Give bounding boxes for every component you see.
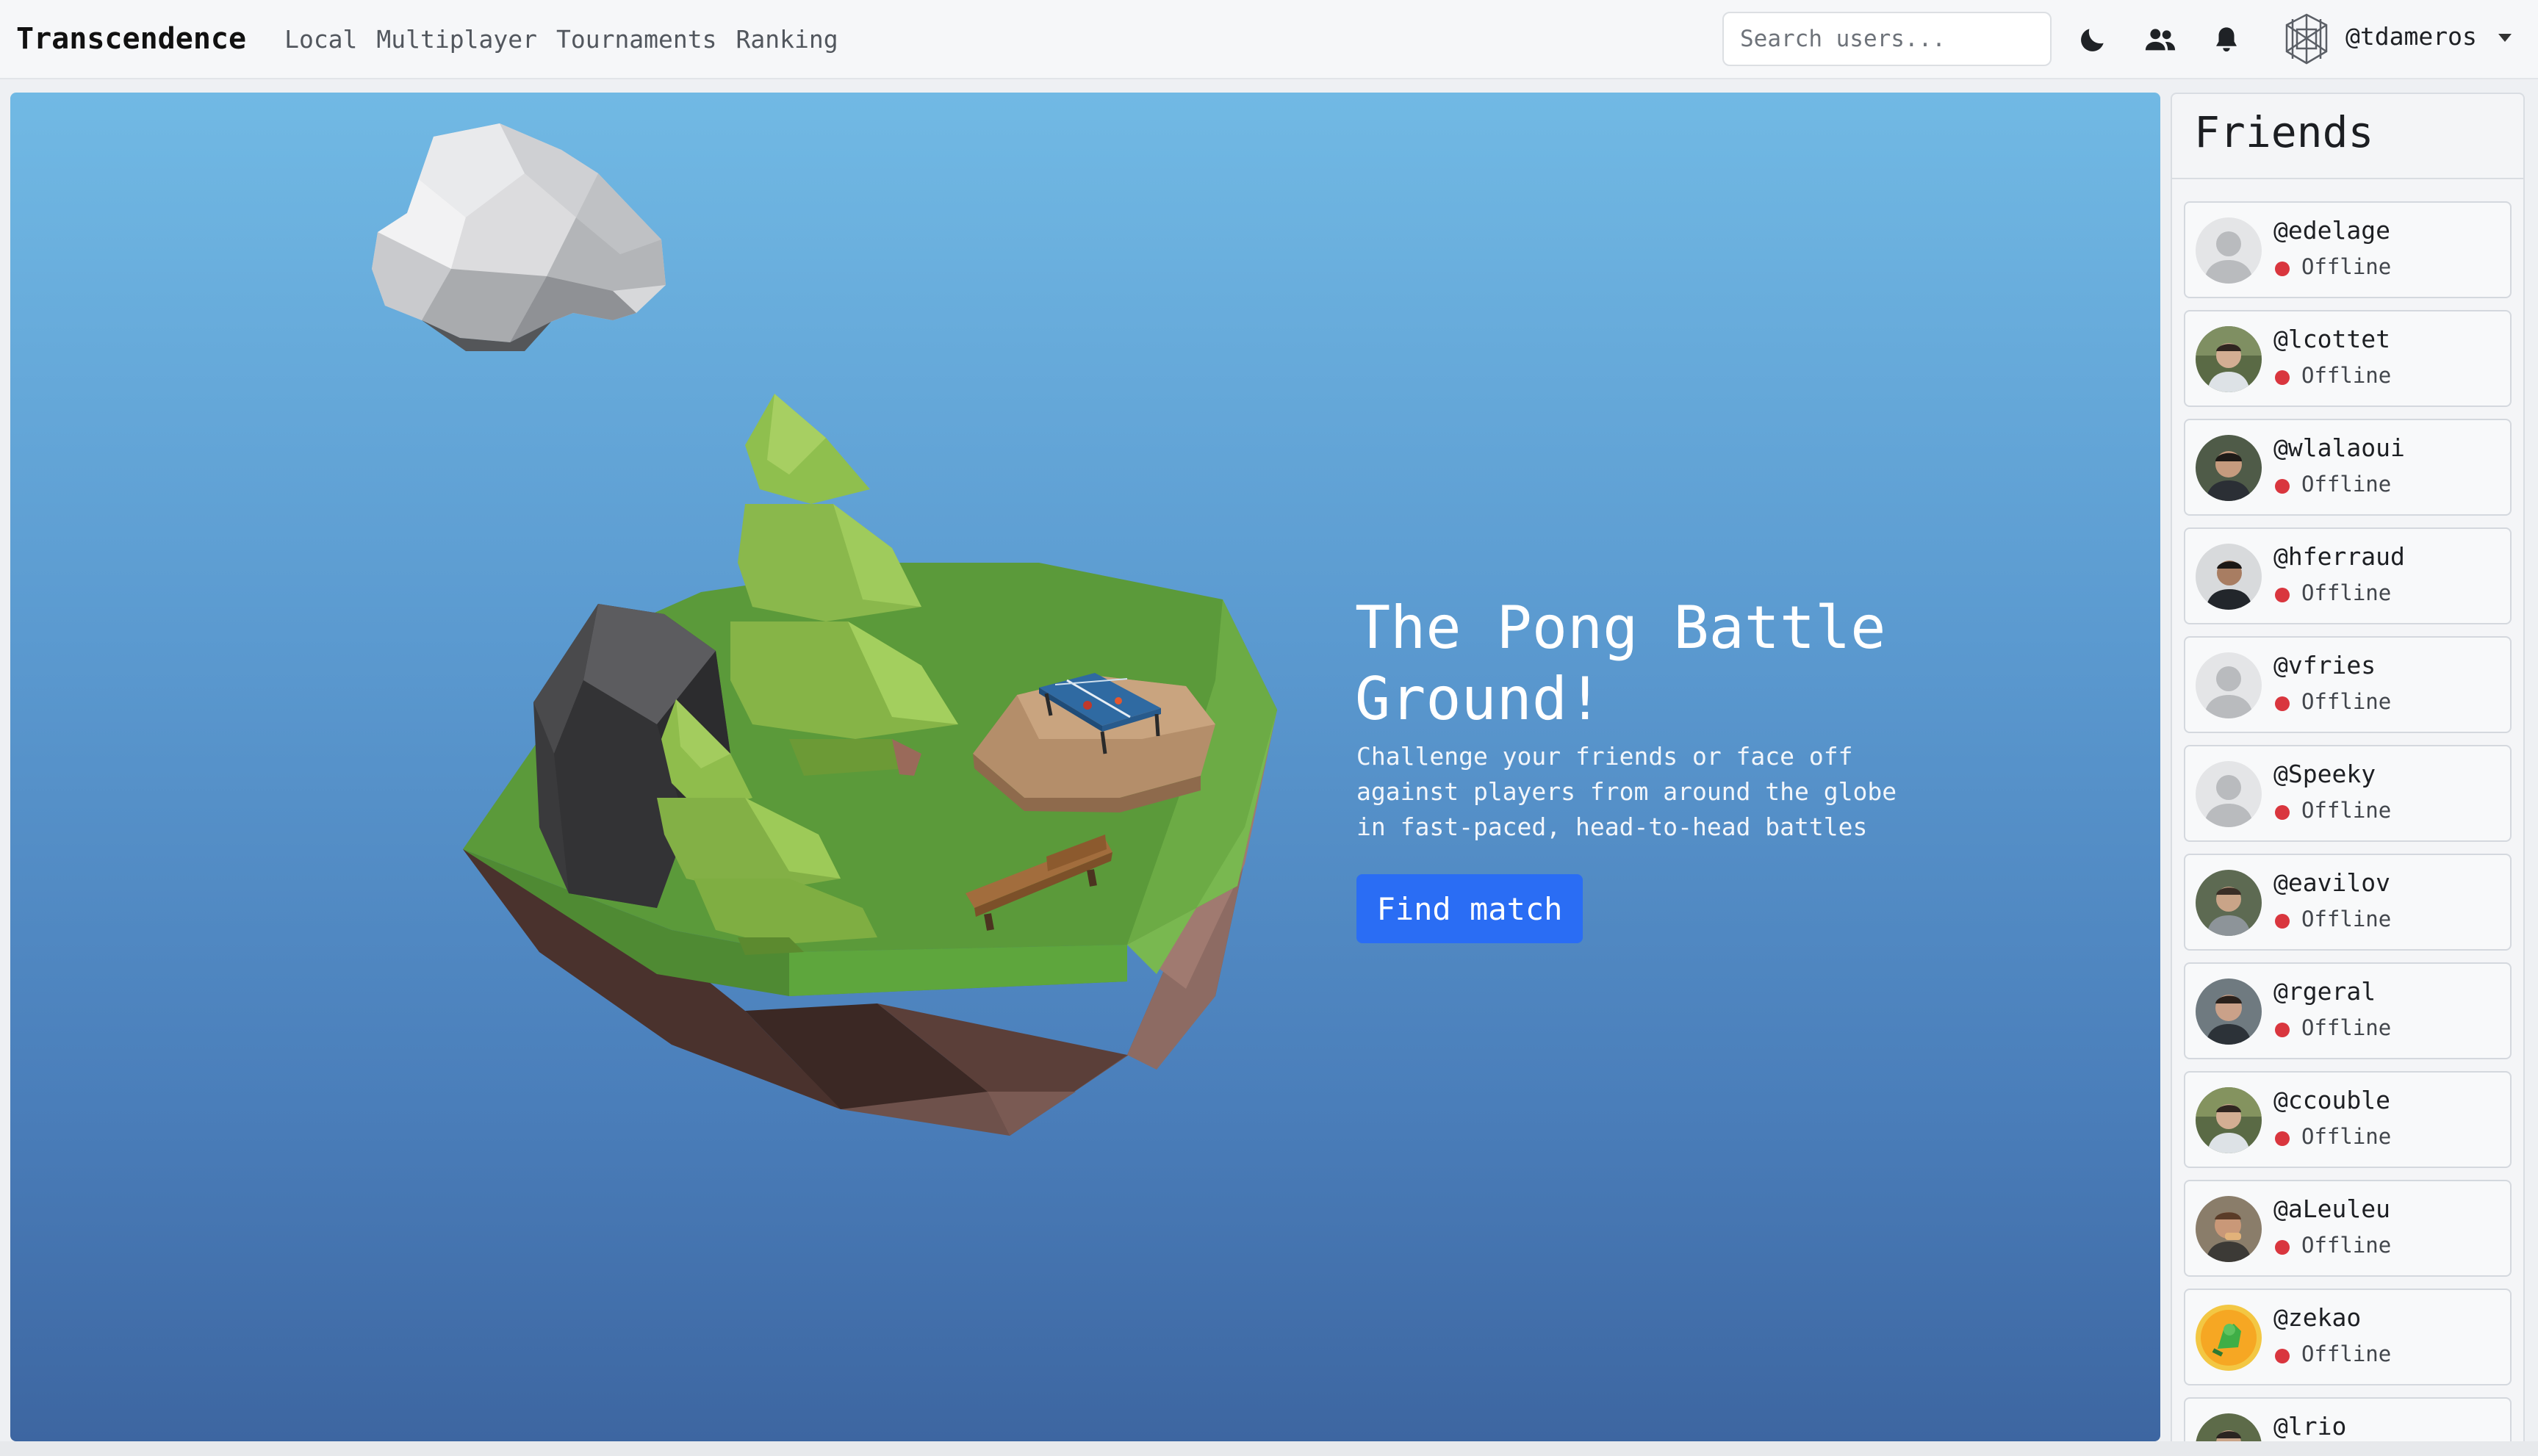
current-user-handle[interactable]: @tdameros [2345, 22, 2477, 51]
status-offline-icon [2275, 1131, 2290, 1146]
hero-subtitle: Challenge your friends or face off again… [1356, 742, 1897, 841]
main-nav: Local Multiplayer Tournaments Ranking [265, 25, 838, 54]
moon-icon[interactable] [2074, 21, 2112, 59]
friend-name: @ccouble [2273, 1086, 2390, 1114]
page-bottom-edge [0, 1441, 2538, 1456]
avatar-placeholder-icon [2196, 652, 2262, 718]
user-avatar-cube-icon[interactable] [2278, 10, 2335, 68]
hero-title: The Pong Battle Ground! [1355, 594, 1886, 733]
friend-name: @vfries [2273, 651, 2376, 680]
status-offline-icon [2275, 1023, 2290, 1037]
avatar [2196, 1196, 2262, 1262]
friend-card[interactable]: @ccouble Offline [2184, 1071, 2512, 1168]
friend-card[interactable]: @zekao Offline [2184, 1289, 2512, 1385]
friend-status: Offline [2301, 1015, 2392, 1040]
friend-card[interactable]: @wlalaoui Offline [2184, 419, 2512, 516]
nav-ranking[interactable]: Ranking [736, 25, 838, 54]
friend-status: Offline [2301, 689, 2392, 714]
friend-card[interactable]: @lrio [2184, 1397, 2512, 1443]
friend-card[interactable]: @edelage Offline [2184, 201, 2512, 298]
hero-section: The Pong Battle Ground! Challenge your f… [10, 93, 2160, 1441]
avatar [2196, 870, 2262, 936]
friend-status: Offline [2301, 1341, 2392, 1366]
friend-card[interactable]: @rgeral Offline [2184, 962, 2512, 1059]
status-offline-icon [2275, 370, 2290, 385]
status-offline-icon [2275, 914, 2290, 929]
status-offline-icon [2275, 262, 2290, 276]
users-icon[interactable] [2141, 21, 2179, 59]
nav-local[interactable]: Local [284, 25, 357, 54]
status-offline-icon [2275, 1349, 2290, 1363]
avatar-placeholder-icon [2196, 761, 2262, 827]
top-navbar: Transcendence Local Multiplayer Tourname… [0, 0, 2538, 79]
friend-name: @zekao [2273, 1303, 2362, 1332]
avatar [2196, 435, 2262, 501]
find-match-button[interactable]: Find match [1356, 874, 1583, 943]
friend-name: @Speeky [2273, 760, 2376, 788]
friend-card[interactable]: @vfries Offline [2184, 636, 2512, 733]
status-offline-icon [2275, 588, 2290, 602]
friends-title: Friends [2172, 94, 2523, 179]
friend-status: Offline [2301, 1124, 2392, 1149]
cloud-illustration [372, 123, 666, 351]
avatar [2196, 326, 2262, 392]
friend-name: @aLeuleu [2273, 1194, 2390, 1223]
friend-status: Offline [2301, 254, 2392, 279]
friend-card[interactable]: @aLeuleu Offline [2184, 1180, 2512, 1277]
friend-card[interactable]: @hferraud Offline [2184, 527, 2512, 624]
friend-name: @wlalaoui [2273, 433, 2405, 462]
friend-status: Offline [2301, 798, 2392, 823]
friend-name: @lcottet [2273, 325, 2390, 353]
bell-icon[interactable] [2207, 21, 2246, 59]
friend-status: Offline [2301, 580, 2392, 605]
friend-card[interactable]: @lcottet Offline [2184, 310, 2512, 407]
friend-status: Offline [2301, 472, 2392, 497]
status-offline-icon [2275, 696, 2290, 711]
status-offline-icon [2275, 479, 2290, 494]
friend-name: @edelage [2273, 216, 2390, 245]
status-offline-icon [2275, 1240, 2290, 1255]
friends-panel: Friends @edelage Offline @lcottet Offlin… [2171, 93, 2525, 1444]
chevron-down-icon[interactable] [2498, 34, 2512, 42]
avatar-placeholder-icon [2196, 217, 2262, 284]
friend-card[interactable]: @eavilov Offline [2184, 854, 2512, 951]
avatar [2196, 1087, 2262, 1153]
avatar [2196, 1305, 2262, 1371]
friend-name: @lrio [2273, 1412, 2347, 1441]
friend-name: @eavilov [2273, 868, 2390, 897]
avatar [2196, 544, 2262, 610]
friend-status: Offline [2301, 1233, 2392, 1258]
nav-multiplayer[interactable]: Multiplayer [376, 25, 537, 54]
nav-tournaments[interactable]: Tournaments [556, 25, 717, 54]
friend-name: @hferraud [2273, 542, 2405, 571]
status-offline-icon [2275, 805, 2290, 820]
friends-list: @edelage Offline @lcottet Offline @wlala… [2172, 179, 2523, 1443]
avatar [2196, 979, 2262, 1045]
friend-name: @rgeral [2273, 977, 2376, 1006]
search-users-input[interactable] [1722, 12, 2052, 66]
friend-status: Offline [2301, 907, 2392, 931]
friend-status: Offline [2301, 363, 2392, 388]
brand-logo[interactable]: Transcendence [16, 22, 246, 56]
avatar [2196, 1413, 2262, 1443]
friend-card[interactable]: @Speeky Offline [2184, 745, 2512, 842]
